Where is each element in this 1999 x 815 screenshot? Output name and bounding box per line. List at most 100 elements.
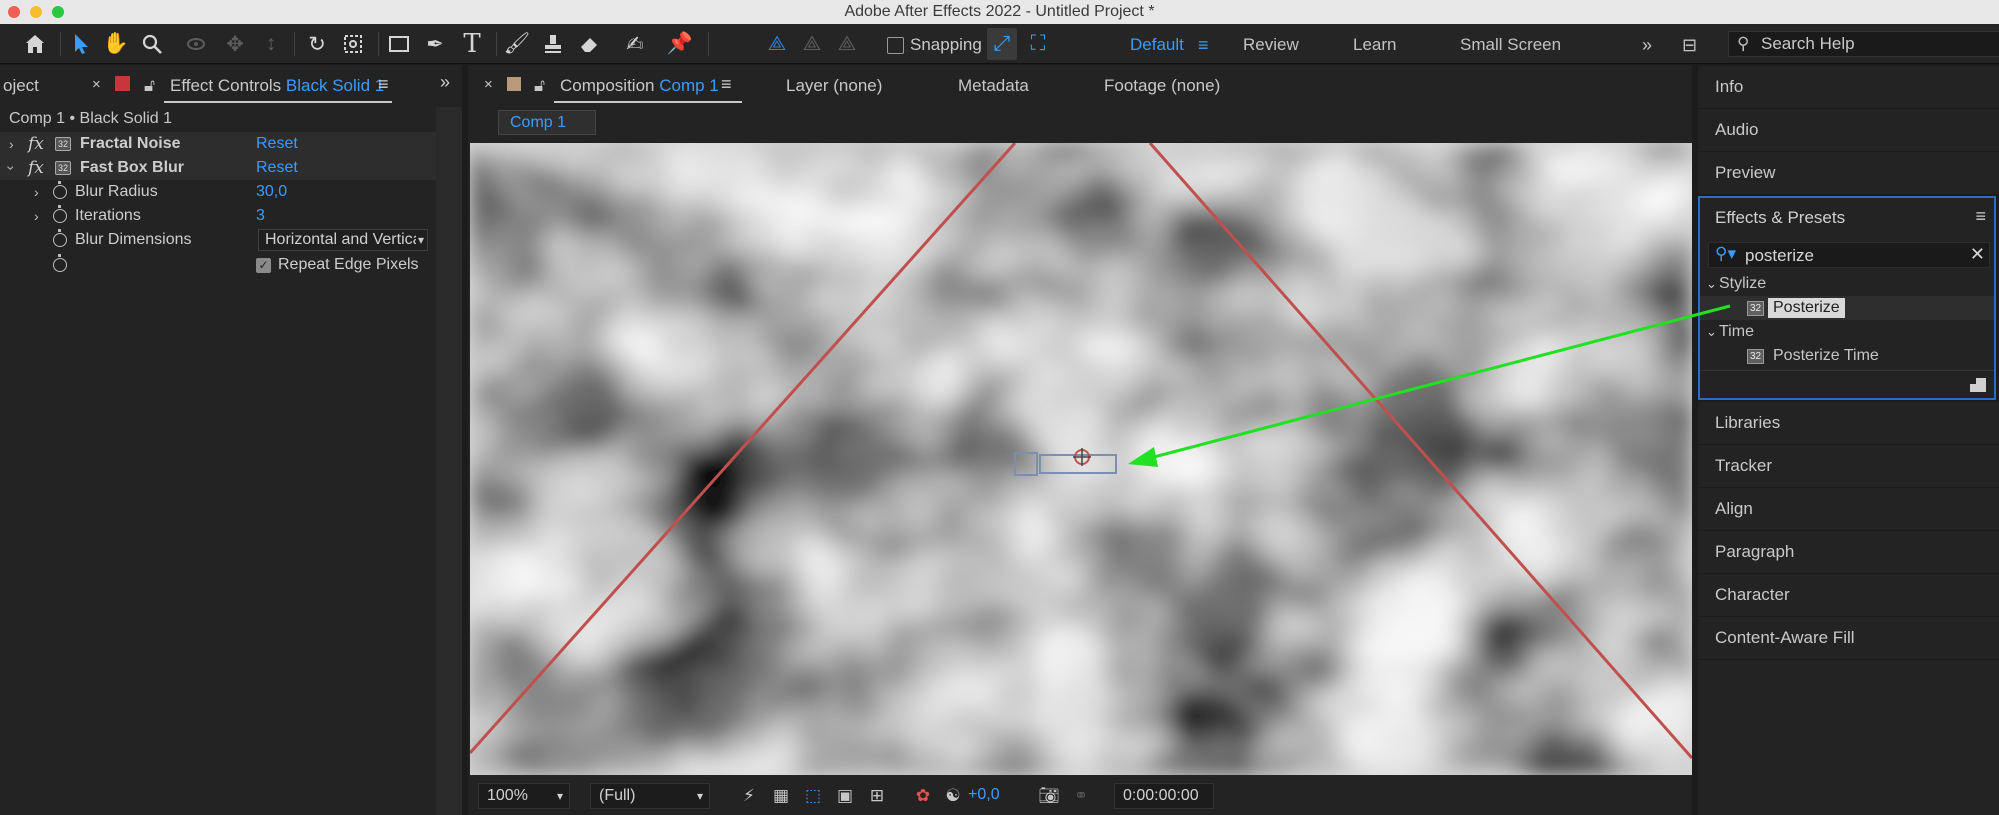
track-z-camera-icon[interactable]: ↕ — [256, 28, 286, 60]
effects-search-input[interactable]: ⚲▾ posterize ✕ — [1708, 242, 1990, 268]
panel-character[interactable]: Character — [1698, 574, 1999, 616]
tab-footage[interactable]: Footage (none) — [1104, 76, 1220, 96]
clone-stamp-tool-icon[interactable] — [538, 28, 568, 60]
panel-tracker[interactable]: Tracker — [1698, 445, 1999, 487]
sync-settings-icon[interactable]: ⊟ — [1682, 35, 1697, 56]
snap-edges-icon[interactable]: ⤢ — [987, 28, 1017, 60]
category-time[interactable]: ⌄ Time — [1700, 320, 1994, 344]
puppet-pin-tool-icon[interactable]: 📌 — [665, 28, 695, 60]
composition-viewer[interactable] — [470, 143, 1692, 775]
world-axis-mode-icon[interactable]: ⟁ — [797, 28, 827, 60]
tab-composition[interactable]: Composition Comp 1 — [560, 76, 719, 96]
transparency-grid-icon[interactable]: ▦ — [770, 786, 792, 806]
iterations-value[interactable]: 3 — [256, 204, 265, 228]
brush-tool-icon[interactable]: 🖌 — [502, 28, 532, 60]
lock-icon[interactable]: 🔓︎ — [534, 76, 545, 96]
effects-presets-title[interactable]: Effects & Presets — [1715, 208, 1845, 228]
tab-layer[interactable]: Layer (none) — [786, 76, 882, 96]
workspace-menu-icon[interactable]: ≡ — [1198, 35, 1209, 56]
panel-content-aware-fill[interactable]: Content-Aware Fill — [1698, 617, 1999, 659]
tab-effect-controls[interactable]: Effect Controls Black Solid 1 — [170, 76, 384, 96]
resolution-dropdown[interactable]: (Full) ▾ — [590, 783, 710, 809]
zoom-window-button[interactable] — [52, 6, 64, 18]
fast-previews-icon[interactable]: ⚡ — [738, 786, 760, 806]
orbit-camera-icon[interactable] — [181, 28, 211, 60]
panel-menu-icon[interactable]: ≡ — [721, 74, 732, 95]
show-snapshot-icon[interactable]: ⚭ — [1070, 786, 1092, 806]
snapping-toggle[interactable]: Snapping — [887, 34, 982, 56]
reset-button[interactable]: Reset — [256, 132, 298, 156]
effect-row-fast-box-blur[interactable]: › fx 32 Fast Box Blur Reset — [0, 156, 436, 180]
search-help-input[interactable]: ⚲ Search Help — [1728, 31, 1999, 57]
stopwatch-icon[interactable] — [53, 254, 67, 272]
vertical-scrollbar[interactable] — [436, 107, 462, 815]
color-management-icon[interactable]: ☯ — [942, 786, 964, 806]
panel-audio[interactable]: Audio — [1698, 109, 1999, 151]
local-axis-mode-icon[interactable]: ⟁ — [762, 28, 792, 60]
pan-behind-tool-icon[interactable] — [338, 28, 368, 60]
home-icon[interactable] — [20, 28, 50, 60]
stopwatch-icon[interactable] — [53, 181, 67, 199]
workspace-default[interactable]: Default — [1130, 35, 1184, 55]
effect-row-fractal-noise[interactable]: › fx 32 Fractal Noise Reset — [0, 132, 436, 156]
stopwatch-icon[interactable] — [53, 205, 67, 223]
zoom-tool-icon[interactable] — [137, 28, 167, 60]
exposure-value[interactable]: +0,0 — [966, 783, 1012, 809]
minimize-window-button[interactable] — [30, 6, 42, 18]
current-time-display[interactable]: 0:00:00:00 — [1114, 783, 1214, 809]
selection-tool-icon[interactable] — [66, 28, 96, 60]
chevron-right-icon[interactable]: › — [9, 132, 14, 156]
fx-toggle-icon[interactable]: fx — [28, 156, 44, 180]
grid-guides-icon[interactable]: ⊞ — [866, 786, 888, 806]
chevron-down-icon[interactable]: › — [0, 166, 23, 171]
view-axis-mode-icon[interactable]: ⟁ — [832, 28, 862, 60]
snapping-checkbox[interactable] — [887, 36, 904, 54]
roto-brush-tool-icon[interactable]: ✍ — [620, 28, 650, 60]
region-of-interest-icon[interactable]: ▣ — [834, 786, 856, 806]
category-stylize[interactable]: ⌄ Stylize — [1700, 272, 1994, 296]
rectangle-tool-icon[interactable] — [384, 28, 414, 60]
snap-features-icon[interactable]: ⛶ — [1023, 28, 1053, 60]
panel-align[interactable]: Align — [1698, 488, 1999, 530]
workspace-learn[interactable]: Learn — [1353, 35, 1396, 55]
blur-dimensions-dropdown[interactable]: Horizontal and Vertical ▾ — [258, 229, 428, 251]
blur-radius-value[interactable]: 30,0 — [256, 180, 287, 204]
workspace-review[interactable]: Review — [1243, 35, 1299, 55]
reset-button[interactable]: Reset — [256, 156, 298, 180]
close-tab-icon[interactable]: × — [484, 76, 493, 93]
snapshot-camera-icon[interactable]: 📷︎ — [1038, 786, 1060, 806]
stopwatch-icon[interactable] — [53, 229, 67, 247]
type-tool-icon[interactable]: T — [457, 28, 487, 60]
channel-rgb-icon[interactable]: ✿ — [912, 786, 934, 806]
panel-overflow-icon[interactable]: » — [440, 72, 450, 93]
rotation-tool-icon[interactable]: ↻ — [302, 28, 332, 60]
hand-tool-icon[interactable]: ✋ — [101, 28, 131, 60]
workspace-small-screen[interactable]: Small Screen — [1460, 35, 1561, 55]
zoom-dropdown[interactable]: 100% ▾ — [478, 783, 570, 809]
effect-item-posterize-time[interactable]: 32 Posterize Time — [1700, 344, 1994, 368]
panel-paragraph[interactable]: Paragraph — [1698, 531, 1999, 573]
panel-menu-icon[interactable]: ≡ — [378, 74, 389, 95]
fx-toggle-icon[interactable]: fx — [28, 132, 44, 156]
chevron-right-icon[interactable]: › — [34, 180, 39, 204]
panel-info[interactable]: Info — [1698, 66, 1999, 108]
tab-metadata[interactable]: Metadata — [958, 76, 1029, 96]
effect-item-posterize[interactable]: 32 Posterize — [1700, 296, 1994, 320]
chevron-right-icon[interactable]: › — [34, 204, 39, 228]
new-folder-icon[interactable] — [1970, 378, 1986, 392]
pen-tool-icon[interactable]: ✒ — [420, 28, 450, 60]
chevron-down-icon[interactable]: ⌄ — [1706, 272, 1717, 296]
mask-visibility-icon[interactable]: ⬚ — [802, 786, 824, 806]
panel-menu-icon[interactable]: ≡ — [1975, 206, 1986, 227]
repeat-edge-checkbox[interactable]: ✓ — [256, 258, 271, 273]
more-workspaces-icon[interactable]: » — [1642, 35, 1652, 56]
close-window-button[interactable] — [8, 6, 20, 18]
panel-preview[interactable]: Preview — [1698, 152, 1999, 194]
panel-libraries[interactable]: Libraries — [1698, 402, 1999, 444]
comp-navigator-tab[interactable]: Comp 1 — [498, 110, 596, 135]
clear-search-icon[interactable]: ✕ — [1970, 244, 1985, 265]
lock-icon[interactable]: 🔓︎ — [144, 76, 155, 96]
track-xy-camera-icon[interactable]: ✥ — [220, 28, 250, 60]
close-tab-icon[interactable]: × — [92, 76, 101, 93]
tab-project[interactable]: oject — [3, 76, 39, 96]
